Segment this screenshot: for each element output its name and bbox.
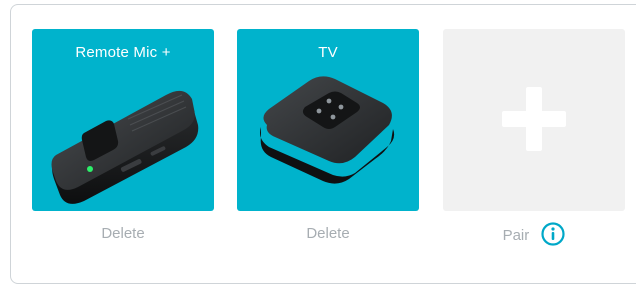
pair-device-tile[interactable]: [443, 29, 625, 211]
info-icon[interactable]: [541, 222, 566, 246]
delete-remote-mic-button[interactable]: Delete: [32, 225, 214, 242]
device-card-remote-mic[interactable]: Remote Mic +: [32, 29, 214, 211]
pair-action[interactable]: Pair: [443, 222, 625, 246]
pair-label: Pair: [502, 227, 530, 244]
device-card-tv[interactable]: TV: [237, 29, 419, 211]
delete-tv-button[interactable]: Delete: [237, 225, 419, 242]
remote-mic-device-icon: [51, 90, 199, 204]
tv-connector-device-icon: [260, 76, 395, 184]
